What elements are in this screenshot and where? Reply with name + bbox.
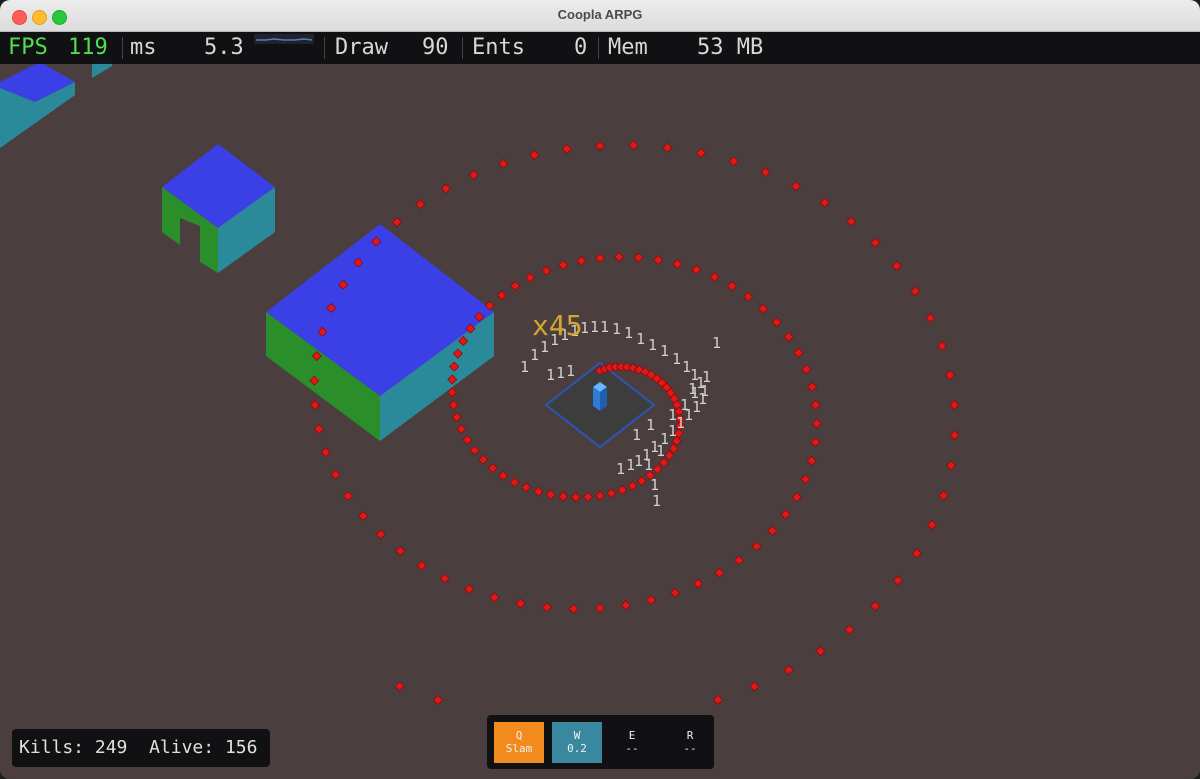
damage-number: 1 [712, 334, 721, 352]
skill-key: R [686, 729, 694, 742]
damage-number: 1 [626, 456, 635, 474]
mem-value: 53 MB [697, 35, 764, 60]
hud-divider [462, 37, 463, 59]
hud-divider [324, 37, 325, 59]
ents-value: 0 [574, 35, 588, 60]
damage-number: 1 [566, 362, 575, 380]
damage-number: 1 [632, 426, 641, 444]
mem-label: Mem [608, 35, 648, 60]
alive-label: Alive: [149, 737, 215, 758]
ms-value: 5.3 [204, 35, 244, 60]
ms-label: ms [130, 35, 157, 60]
combo-counter: x45 [532, 309, 583, 342]
damage-number: 1 [676, 414, 685, 432]
kills-value: 249 [94, 737, 128, 758]
fps-value: 119 [68, 35, 108, 60]
skill-cooldown: 0.2 [567, 742, 587, 755]
damage-number: 1 [616, 460, 625, 478]
skill-slot-r[interactable]: R -- [665, 722, 715, 763]
damage-number: 1 [690, 384, 699, 402]
damage-number: 1 [668, 406, 677, 424]
damage-number: 1 [624, 324, 633, 342]
skill-key: E [628, 729, 636, 742]
skill-slot-e[interactable]: E -- [607, 722, 657, 763]
frametime-graph [254, 34, 314, 44]
draw-value: 90 [422, 35, 449, 60]
skill-name: -- [625, 742, 639, 755]
damage-number: 1 [636, 330, 645, 348]
damage-number: 1 [556, 364, 565, 382]
skill-slot-w[interactable]: W 0.2 [552, 722, 602, 763]
alive-value: 156 [224, 737, 258, 758]
game-viewport[interactable]: 11 1 1 1 1 1 1 1 1 1 1 1 1 1 111111111111111111111111 1… [0, 32, 1200, 779]
damage-number: 1 [600, 318, 609, 336]
damage-number: 1 [546, 366, 555, 384]
skill-name: -- [683, 742, 697, 755]
damage-number: 1 [530, 346, 539, 364]
debug-hud: FPS 119 ms 5.3 Draw 90 Ents 0 Mem 53 MB [0, 32, 1200, 64]
damage-number: 1 [646, 416, 655, 434]
damage-number: 1 [644, 456, 653, 474]
damage-number: 1 [652, 492, 661, 510]
damage-number: 1 [672, 350, 681, 368]
fps-label: FPS [8, 35, 48, 60]
damage-number: 1 [680, 396, 689, 414]
draw-label: Draw [335, 35, 388, 60]
skill-name: Slam [505, 742, 533, 755]
damage-number: 1 [634, 452, 643, 470]
hud-divider [122, 37, 123, 59]
skill-slot-q[interactable]: Q Slam [494, 722, 544, 763]
player-character [593, 382, 607, 411]
damage-number: 1 [590, 318, 599, 336]
skill-key: Q [515, 729, 523, 742]
kills-label: Kills: [19, 737, 85, 758]
hud-divider [598, 37, 599, 59]
damage-number: 1 [660, 342, 669, 360]
game-window: Coopla ARPG 1 1 1 1 1 1 1 1 1 1 1 1 1 1 … [0, 0, 1200, 779]
kill-stats-panel: Kills: 249 Alive: 156 [12, 729, 270, 767]
window-title: Coopla ARPG [557, 7, 643, 22]
damage-number: 1 [668, 422, 677, 440]
ents-label: Ents [472, 35, 525, 60]
damage-number: 1 [612, 320, 621, 338]
skill-bar: Q Slam W 0.2 E -- R -- [487, 715, 714, 769]
title-bar: Coopla ARPG [0, 0, 1200, 32]
damage-number: 1 [520, 358, 529, 376]
damage-number: 1 [648, 336, 657, 354]
skill-key: W [573, 729, 581, 742]
damage-number: 1 [656, 442, 665, 460]
damage-number: 1 [702, 368, 711, 386]
